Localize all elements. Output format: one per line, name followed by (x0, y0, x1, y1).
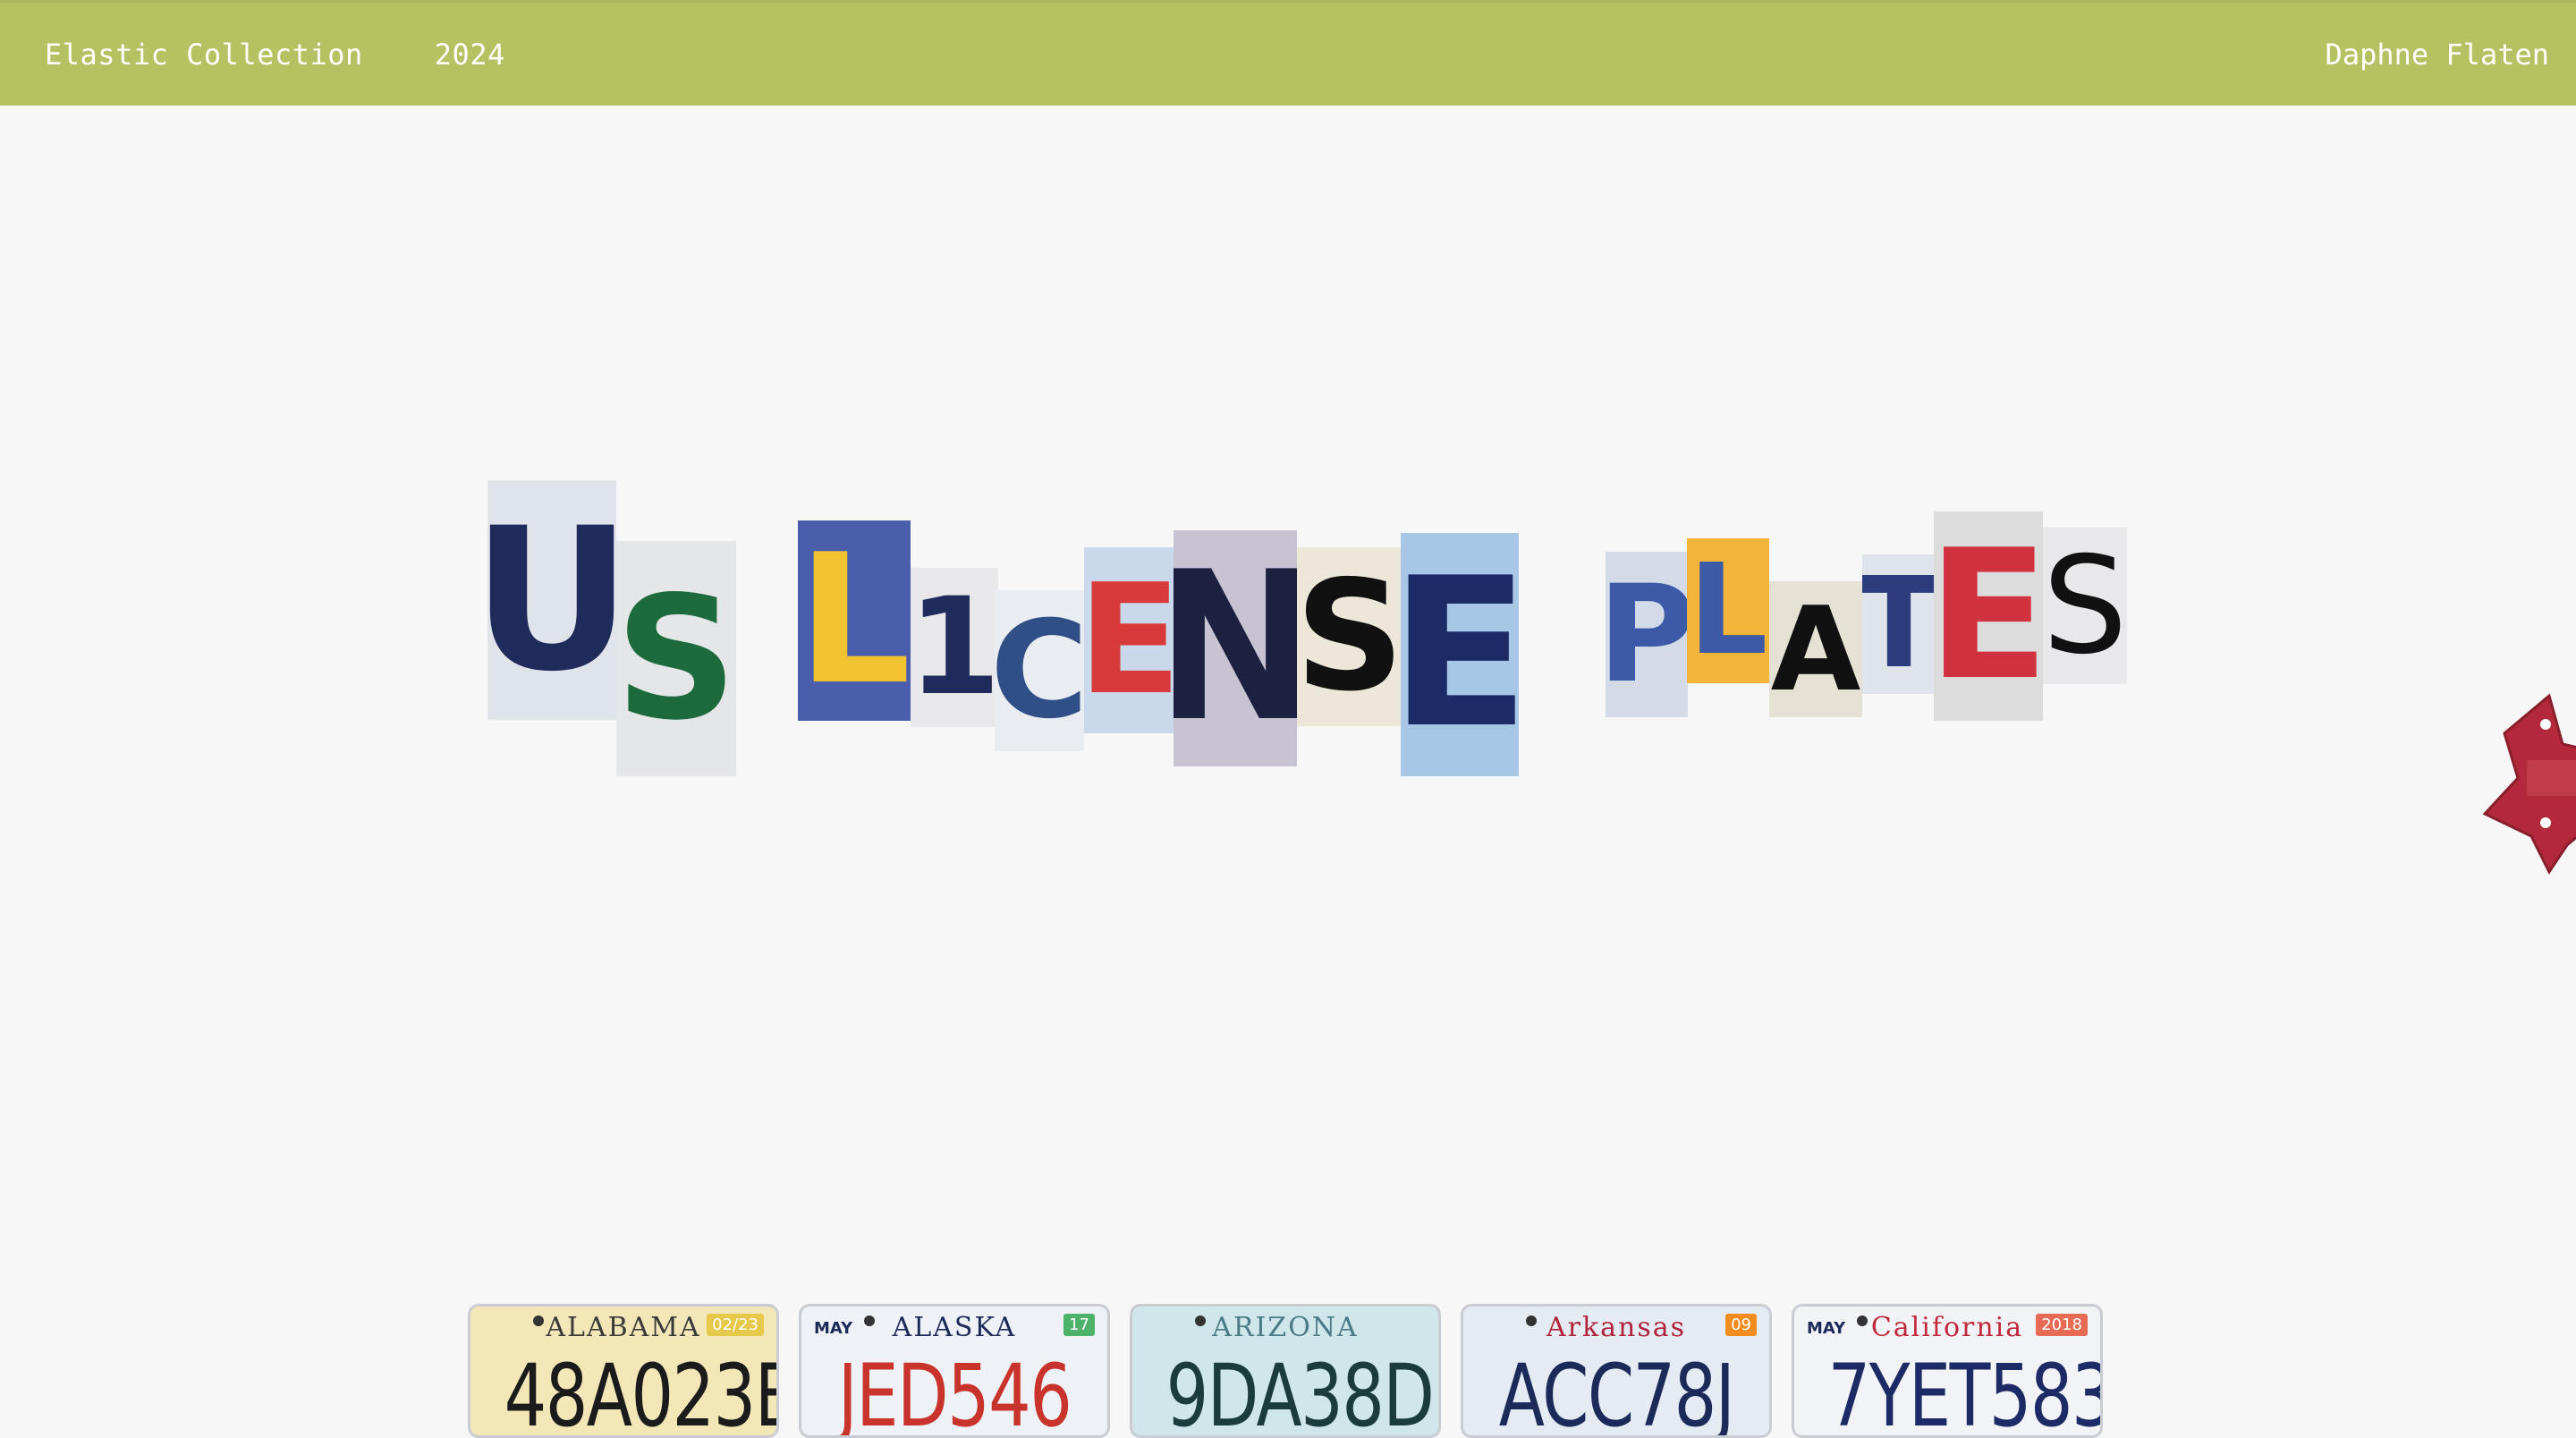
title-letter: E (1084, 547, 1175, 733)
plate-state-name: Arkansas (1546, 1312, 1687, 1343)
star-plate-icon[interactable] (2478, 689, 2576, 876)
plate-registration-sticker: 02/23 (707, 1314, 764, 1336)
plate-bolt-hole (1857, 1315, 1868, 1326)
license-plate-card[interactable]: ALASKA JED546 17 MAY (799, 1304, 1110, 1438)
plate-month-label: MAY (1807, 1319, 1846, 1338)
license-plate-card[interactable]: Arkansas ACC78J 09 (1461, 1304, 1772, 1438)
plate-number: ACC78J (1498, 1346, 1735, 1438)
title-letter: E (1934, 512, 2043, 721)
plate-number: 9DA38D (1165, 1346, 1435, 1438)
title-letter: L (798, 520, 911, 721)
title-letter: P (1606, 552, 1688, 717)
page-title: U S L 1 C E N S E P L A T E S (0, 0, 2576, 1413)
plate-bolt-hole (1195, 1315, 1206, 1326)
plate-state-name: ARIZONA (1212, 1312, 1359, 1343)
plate-registration-sticker: 17 (1063, 1314, 1095, 1336)
plate-number: 48A023E (504, 1346, 779, 1438)
title-letter: T (1862, 554, 1936, 694)
plate-bolt-hole (533, 1315, 544, 1326)
plate-bolt-hole (1526, 1315, 1537, 1326)
title-letter: C (995, 590, 1084, 751)
plate-number: JED546 (837, 1346, 1072, 1438)
license-plate-card[interactable]: ARIZONA 9DA38D (1130, 1304, 1441, 1438)
license-plate-card[interactable]: California 7YET583 2018 MAY (1792, 1304, 2103, 1438)
title-letter: S (2043, 528, 2127, 684)
title-letter: S (1297, 547, 1402, 726)
title-letter: A (1769, 581, 1862, 717)
title-letter: L (1687, 538, 1769, 683)
plate-registration-sticker: 09 (1725, 1314, 1757, 1336)
plate-registration-sticker: 2018 (2036, 1314, 2088, 1336)
title-letter: U (487, 480, 616, 720)
plate-month-label: MAY (814, 1319, 853, 1338)
title-letter: N (1174, 530, 1297, 766)
title-letter: S (616, 541, 736, 776)
plate-bolt-hole (864, 1315, 875, 1326)
plate-number: 7YET583 (1827, 1346, 2103, 1438)
title-letter: E (1401, 533, 1519, 776)
license-plate-card[interactable]: ALABAMA 48A023E 02/23 (468, 1304, 779, 1438)
title-letter: 1 (911, 568, 998, 727)
plate-gallery: ALABAMA 48A023E 02/23 ALASKA JED546 17 MAY ARIZ… (468, 1304, 2103, 1438)
